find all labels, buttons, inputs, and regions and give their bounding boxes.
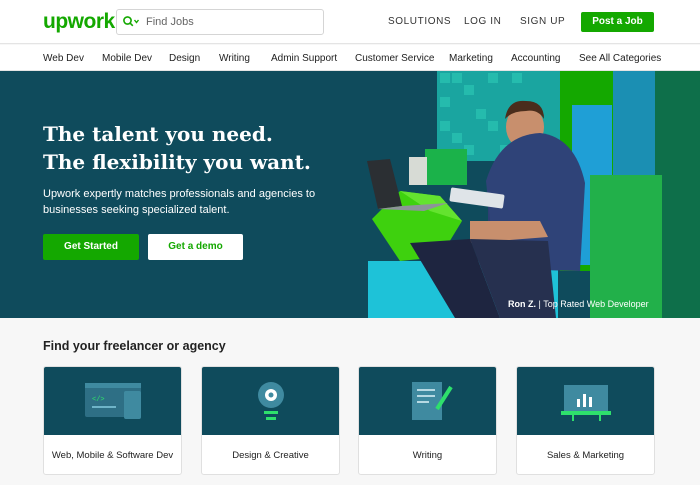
caption-name: Ron Z. — [508, 299, 536, 309]
hero-title-line-1: The talent you need. — [43, 122, 273, 146]
search-input[interactable]: Find Jobs — [146, 16, 194, 28]
card-art — [517, 367, 654, 435]
post-a-job-button[interactable]: Post a Job — [581, 12, 654, 32]
caption-role: Top Rated Web Developer — [543, 299, 649, 309]
category-nav: Web Dev Mobile Dev Design Writing Admin … — [0, 45, 700, 71]
category-card-sales-marketing[interactable]: Sales & Marketing — [516, 366, 655, 475]
category-marketing[interactable]: Marketing — [449, 53, 493, 64]
nav-sign-up[interactable]: SIGN UP — [520, 16, 565, 27]
card-art — [202, 367, 339, 435]
search-icon[interactable] — [122, 15, 140, 29]
hero-banner: The talent you need. The flexibility you… — [0, 71, 700, 318]
card-label: Design & Creative — [232, 450, 309, 461]
card-art: </> — [44, 367, 181, 435]
get-started-button[interactable]: Get Started — [43, 234, 139, 260]
category-accounting[interactable]: Accounting — [511, 53, 560, 64]
section-title: Find your freelancer or agency — [43, 339, 226, 353]
card-label: Sales & Marketing — [546, 450, 625, 461]
search-box[interactable]: Find Jobs — [116, 9, 324, 35]
category-card-writing[interactable]: Writing — [358, 366, 497, 475]
upwork-logo[interactable]: upwork — [43, 10, 115, 34]
category-admin-support[interactable]: Admin Support — [271, 53, 337, 64]
category-card-web-mobile-software[interactable]: </> Web, Mobile & Software Dev — [43, 366, 182, 475]
nav-log-in[interactable]: LOG IN — [464, 16, 502, 27]
category-mobile-dev[interactable]: Mobile Dev — [102, 53, 152, 64]
category-design[interactable]: Design — [169, 53, 200, 64]
category-card-design-creative[interactable]: Design & Creative — [201, 366, 340, 475]
card-label: Writing — [412, 450, 443, 461]
document-pen-icon — [412, 382, 453, 420]
site-header: upwork Find Jobs SOLUTIONS LOG IN SIGN U… — [0, 0, 700, 44]
presentation-chart-icon — [561, 385, 611, 421]
hero-subtitle: Upwork expertly matches professionals an… — [43, 188, 316, 216]
category-customer-service[interactable]: Customer Service — [355, 53, 434, 64]
hero-caption: Ron Z. | Top Rated Web Developer — [508, 299, 649, 309]
card-art — [359, 367, 496, 435]
hero-title-line-2: The flexibility you want. — [43, 150, 311, 174]
category-web-dev[interactable]: Web Dev — [43, 53, 84, 64]
svg-text:</>: </> — [92, 396, 105, 404]
category-see-all[interactable]: See All Categories — [579, 53, 661, 64]
lightbulb-gear-icon — [258, 382, 284, 420]
get-a-demo-button[interactable]: Get a demo — [148, 234, 243, 260]
devices-icon: </> — [85, 383, 141, 419]
card-label: Web, Mobile & Software Dev — [51, 450, 174, 461]
nav-solutions[interactable]: SOLUTIONS — [388, 16, 451, 27]
category-writing[interactable]: Writing — [219, 53, 250, 64]
